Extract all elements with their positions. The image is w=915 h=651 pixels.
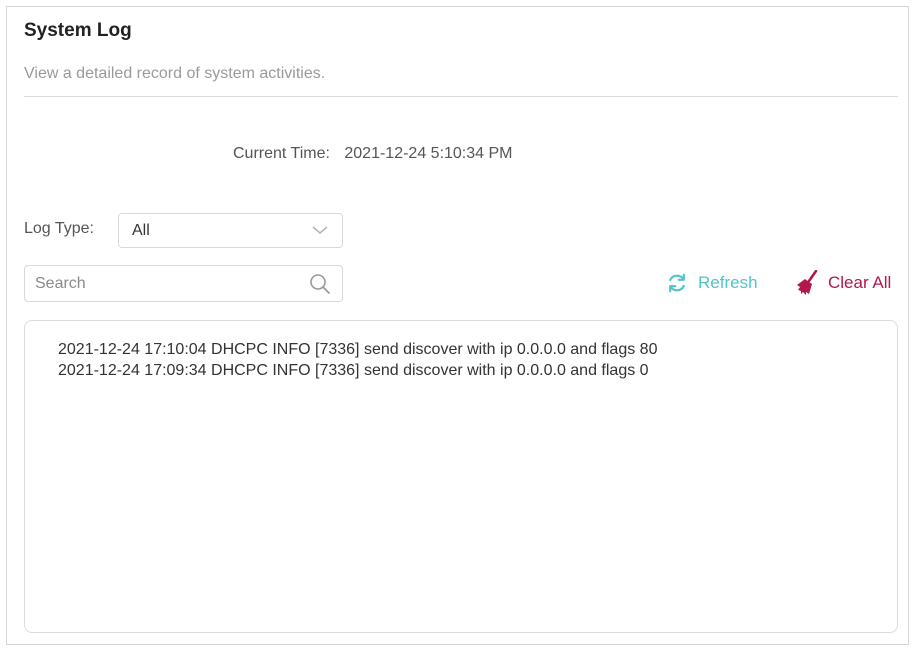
search-input[interactable] [35,272,295,296]
divider [24,96,898,97]
current-time-row: Current Time: 2021-12-24 5:10:34 PM [233,145,513,163]
search-icon[interactable] [309,273,331,295]
log-line: 2021-12-24 17:09:34 DHCPC INFO [7336] se… [58,362,649,379]
page-description: View a detailed record of system activit… [24,65,326,82]
clear-all-label: Clear All [828,273,892,292]
system-log-panel: System Log View a detailed record of sys… [6,6,909,645]
chevron-down-icon [312,226,328,235]
log-output[interactable]: 2021-12-24 17:10:04 DHCPC INFO [7336] se… [24,320,898,633]
refresh-button[interactable]: Refresh [666,272,758,294]
search-box [24,265,343,302]
current-time-label: Current Time: [233,145,330,162]
clear-all-button[interactable]: Clear All [796,270,891,296]
log-type-label: Log Type: [24,220,94,237]
broom-icon [797,270,818,295]
current-time-value: 2021-12-24 5:10:34 PM [344,145,513,162]
refresh-label: Refresh [698,273,758,292]
page-title: System Log [24,20,132,41]
log-type-selected: All [132,222,150,239]
log-type-select[interactable]: All [118,213,343,248]
log-line: 2021-12-24 17:10:04 DHCPC INFO [7336] se… [58,341,658,358]
refresh-icon [669,273,685,293]
